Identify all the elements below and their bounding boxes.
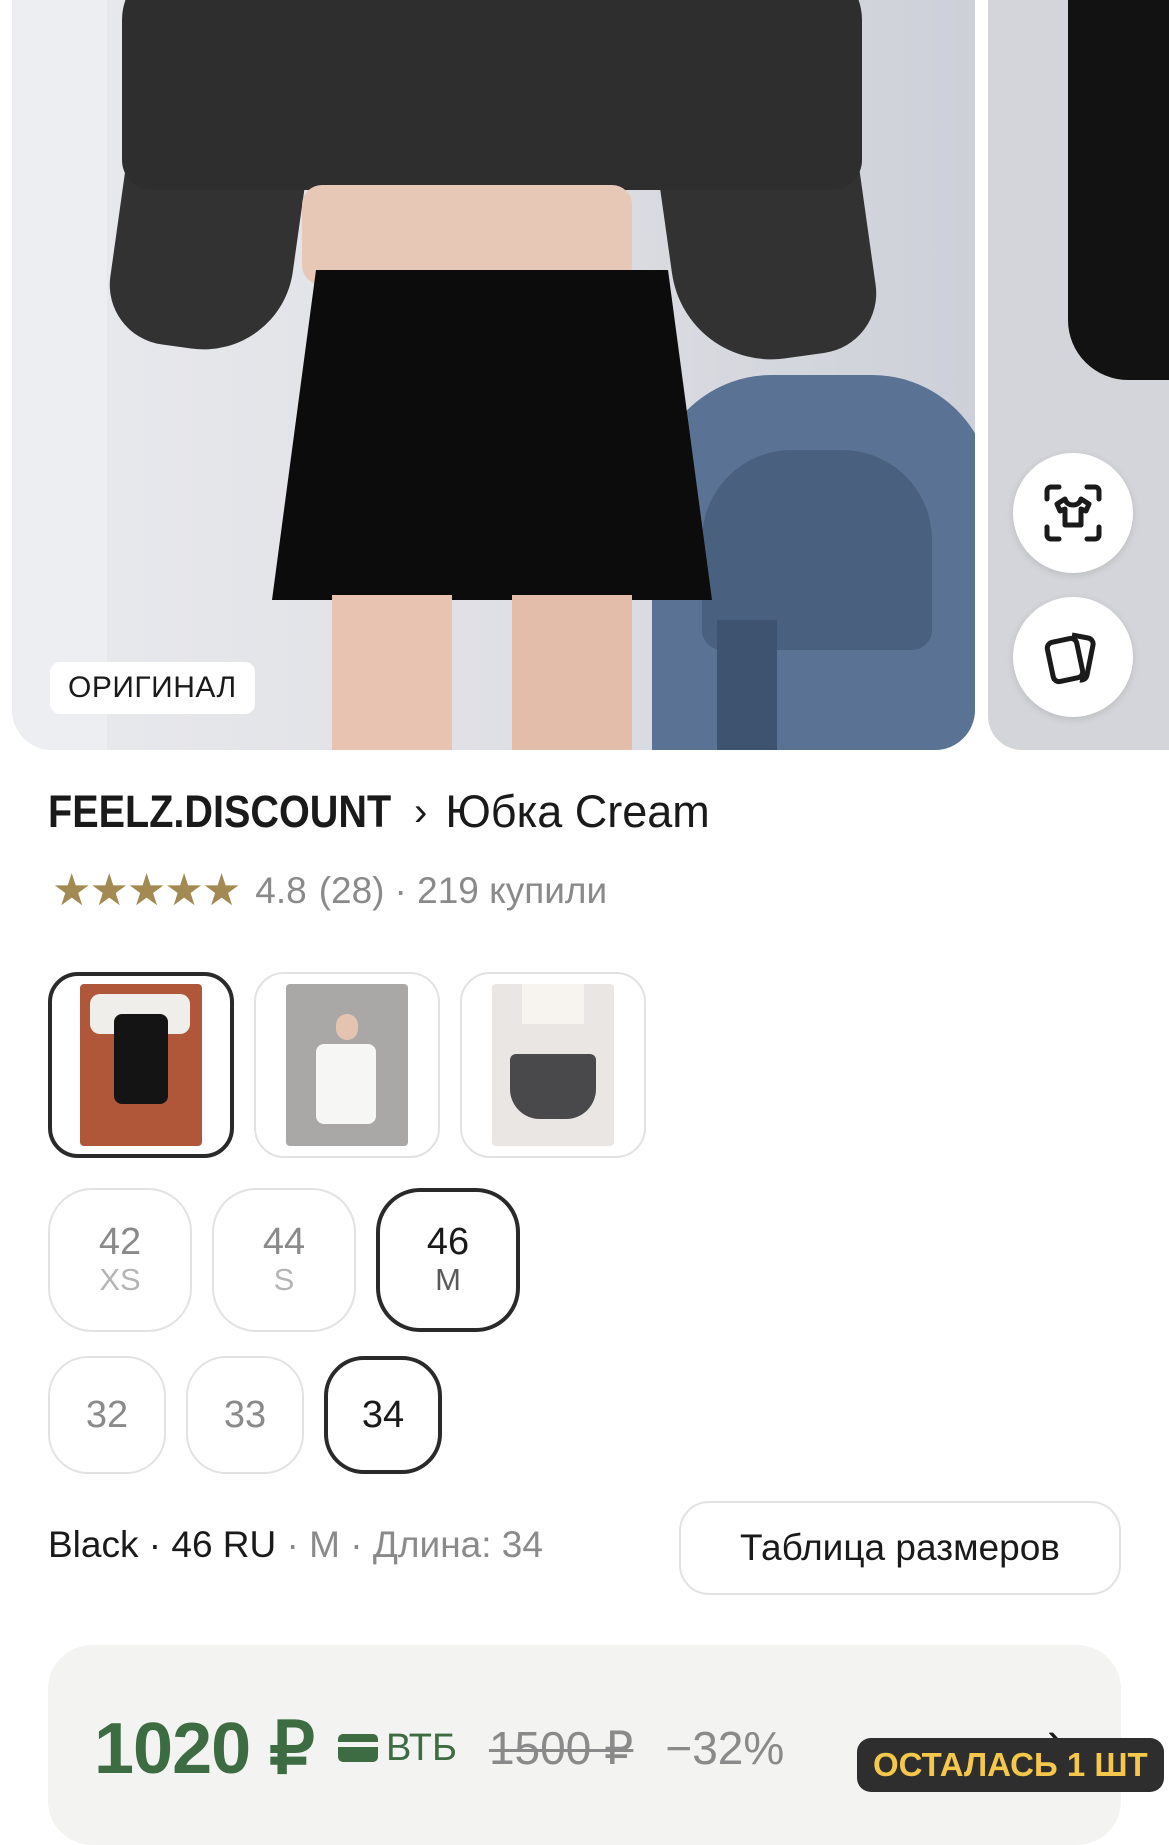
color-swatch-black[interactable]: [48, 972, 234, 1158]
photo-sweater: [122, 0, 862, 190]
reviews-count[interactable]: (28): [319, 870, 385, 912]
star-icon: ★: [126, 866, 167, 915]
try-on-button[interactable]: [1013, 453, 1133, 573]
star-icon: ★: [89, 866, 129, 915]
discount-badge: −32%: [665, 1722, 785, 1774]
product-gallery[interactable]: ОРИГИНАЛ: [0, 0, 1169, 750]
rating-stars: ★ ★ ★ ★ ★: [52, 866, 242, 915]
star-icon: ★: [164, 866, 204, 915]
selected-length: Длина: 34: [372, 1524, 543, 1565]
star-icon: ★: [201, 866, 242, 915]
color-swatches: [48, 972, 646, 1158]
selected-size-ru: 46 RU: [171, 1524, 277, 1565]
length-option-32[interactable]: 32: [48, 1356, 166, 1474]
selection-summary: Black · 46 RU · M · Длина: 34: [48, 1524, 543, 1565]
product-name: Юбка Cream: [445, 786, 710, 837]
size-selector: 42 XS 44 S 46 M: [48, 1188, 520, 1332]
chevron-right-icon: ›: [414, 789, 428, 834]
original-badge: ОРИГИНАЛ: [50, 662, 255, 714]
length-option-34[interactable]: 34: [324, 1356, 442, 1474]
stock-badge: ОСТАЛАСЬ 1 ШТ: [857, 1738, 1164, 1792]
selected-size-letter: M: [309, 1524, 340, 1565]
swatch-thumbnail: [286, 984, 408, 1146]
size-table-button[interactable]: Таблица размеров: [679, 1501, 1121, 1595]
current-price: 1020 ₽: [94, 1709, 315, 1789]
product-title: FEELZ.DISCOUNT › Юбка Cream: [48, 786, 710, 838]
length-selector: 32 33 34: [48, 1356, 442, 1474]
cards-icon: [1044, 632, 1096, 685]
product-photo[interactable]: [12, 0, 975, 750]
rating-value: 4.8: [255, 870, 307, 911]
size-option-42[interactable]: 42 XS: [48, 1188, 192, 1332]
bank-card-icon: [337, 1734, 378, 1762]
size-option-46[interactable]: 46 M: [376, 1188, 520, 1332]
bank-price-label: ВТБ: [337, 1727, 457, 1770]
old-price: 1500 ₽: [488, 1722, 634, 1774]
color-swatch-grey[interactable]: [460, 972, 646, 1158]
photo-skirt: [272, 270, 712, 600]
star-icon: ★: [52, 866, 92, 915]
bought-count: · 219 купили: [394, 870, 608, 911]
length-option-33[interactable]: 33: [186, 1356, 304, 1474]
compare-button[interactable]: [1013, 597, 1133, 717]
swatch-thumbnail: [80, 984, 202, 1146]
photo-background: [12, 0, 107, 750]
size-option-44[interactable]: 44 S: [212, 1188, 356, 1332]
rating-row[interactable]: ★ ★ ★ ★ ★ 4.8 (28) · 219 купили: [52, 866, 608, 915]
price-row: 1020 ₽ ВТБ 1500 ₽ −32%: [94, 1706, 784, 1790]
color-swatch-white[interactable]: [254, 972, 440, 1158]
brand-link[interactable]: FEELZ.DISCOUNT: [48, 786, 391, 838]
tshirt-scan-icon: [1044, 484, 1102, 542]
swatch-thumbnail: [492, 984, 614, 1146]
selected-color: Black: [48, 1524, 139, 1565]
